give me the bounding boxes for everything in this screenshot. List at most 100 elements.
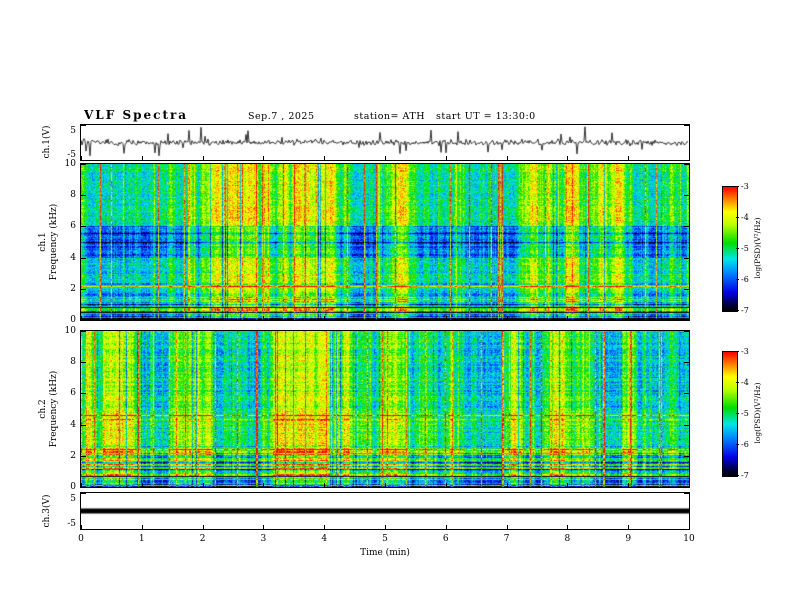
y-tick-mark <box>81 258 86 259</box>
x-tick-mark <box>628 316 630 320</box>
colorbar-tick-mark <box>736 217 739 218</box>
y-tick-mark <box>81 226 86 227</box>
x-tick-mark <box>445 483 447 487</box>
ch1-spec-ylabel-line2: Frequency (kHz) <box>49 203 59 281</box>
ch1-spectrogram-canvas <box>81 164 689 320</box>
y-tick-label: 4 <box>70 253 76 263</box>
x-tick-mark <box>202 316 204 320</box>
y-tick-label: 10 <box>64 326 76 336</box>
y-tick-mark <box>81 164 86 165</box>
x-tick-label: 2 <box>199 534 206 544</box>
colorbar-tick-label: -5 <box>741 244 749 253</box>
x-tick-mark <box>567 316 569 320</box>
x-tick-mark <box>506 483 508 487</box>
y-tick-mark <box>684 164 689 165</box>
y-tick-mark <box>81 289 86 290</box>
x-tick-mark <box>324 525 326 529</box>
x-tick-mark <box>385 316 386 320</box>
x-tick-mark <box>445 525 447 529</box>
colorbar-tick-mark <box>736 475 739 476</box>
figure-start-ut: start UT = 13:30:0 <box>436 111 536 122</box>
x-tick-label: 5 <box>382 534 388 544</box>
ch1-spec-ylabel: ch.1 Frequency (kHz) <box>38 163 62 321</box>
colorbar-tick-mark <box>736 351 739 352</box>
y-tick-mark <box>684 493 689 494</box>
y-tick-mark <box>684 487 689 488</box>
x-tick-mark <box>689 483 690 487</box>
x-tick-label: 8 <box>564 534 571 544</box>
y-tick-mark <box>684 425 689 426</box>
x-tick-mark <box>141 525 143 529</box>
colorbar-tick-mark <box>736 248 739 249</box>
y-tick-mark <box>81 529 86 530</box>
x-tick-mark <box>506 316 508 320</box>
x-tick-label: 1 <box>138 534 145 544</box>
colorbar-tick-label: -6 <box>741 440 749 449</box>
y-tick-mark <box>684 258 689 259</box>
figure-date: Sep.7 , 2025 <box>248 111 315 122</box>
ch1-spec-ylabel-line1: ch.1 <box>38 232 48 252</box>
x-tick-mark <box>628 156 630 160</box>
x-tick-mark <box>263 316 265 320</box>
x-tick-mark <box>385 483 386 487</box>
y-tick-label: 6 <box>70 221 76 231</box>
y-tick-mark <box>684 393 689 394</box>
x-tick-mark <box>567 156 569 160</box>
colorbar-tick-mark <box>736 444 739 445</box>
x-tick-mark <box>567 525 569 529</box>
y-tick-label: -5 <box>67 519 76 529</box>
y-tick-label: 2 <box>70 451 76 461</box>
y-tick-mark <box>684 320 689 321</box>
colorbar-tick-label: -4 <box>741 213 749 222</box>
x-tick-label: 10 <box>683 534 695 544</box>
y-tick-mark <box>81 160 86 161</box>
x-tick-mark <box>263 525 265 529</box>
x-tick-mark <box>202 483 204 487</box>
x-tick-mark <box>385 156 386 160</box>
colorbar-tick-label: -7 <box>741 471 749 480</box>
x-tick-mark <box>324 316 326 320</box>
y-tick-mark <box>684 529 689 530</box>
vlf-spectra-figure: VLF Spectra Sep.7 , 2025 station= ATH st… <box>0 0 792 612</box>
x-tick-mark <box>689 156 690 160</box>
colorbar-tick-mark <box>736 382 739 383</box>
y-tick-mark <box>81 393 86 394</box>
x-tick-mark <box>385 525 386 529</box>
time-axis-label: Time (min) <box>360 548 410 558</box>
colorbar-tick-label: -3 <box>741 182 749 191</box>
x-tick-mark <box>141 156 143 160</box>
y-tick-mark <box>684 331 689 332</box>
x-tick-mark <box>445 316 447 320</box>
y-tick-label: 0 <box>70 482 76 492</box>
x-tick-mark <box>202 156 204 160</box>
x-tick-label: 6 <box>442 534 449 544</box>
x-tick-mark <box>689 525 690 529</box>
y-tick-mark <box>684 226 689 227</box>
ch2-spec-ylabel: ch.2 Frequency (kHz) <box>38 330 62 488</box>
ch3-waveform-canvas <box>81 493 689 529</box>
y-tick-label: 10 <box>64 159 76 169</box>
ch2-spec-ylabel-line2: Frequency (kHz) <box>49 370 59 448</box>
y-tick-mark <box>684 289 689 290</box>
y-tick-mark <box>81 362 86 363</box>
y-tick-label: 5 <box>70 126 76 136</box>
x-tick-mark <box>141 483 143 487</box>
y-tick-label: 2 <box>70 284 76 294</box>
x-tick-mark <box>567 483 569 487</box>
ch2-spec-ylabel-line1: ch.2 <box>38 399 48 419</box>
x-tick-mark <box>141 316 143 320</box>
x-tick-label: 4 <box>321 534 328 544</box>
x-tick-mark <box>506 156 508 160</box>
colorbar-tick-mark <box>736 310 739 311</box>
colorbar-tick-label: -6 <box>741 275 749 284</box>
colorbar-tick-label: -3 <box>741 347 749 356</box>
x-tick-mark <box>689 316 690 320</box>
colorbar-tick-label: -4 <box>741 378 749 387</box>
ch1-waveform-canvas <box>81 125 689 160</box>
x-tick-mark <box>263 156 265 160</box>
y-tick-mark <box>81 331 86 332</box>
ch2-spectrogram-panel <box>80 330 690 488</box>
x-tick-label: 0 <box>78 534 84 544</box>
x-tick-mark <box>628 483 630 487</box>
ch3-waveform-ylabel: ch.3(V) <box>42 494 52 528</box>
